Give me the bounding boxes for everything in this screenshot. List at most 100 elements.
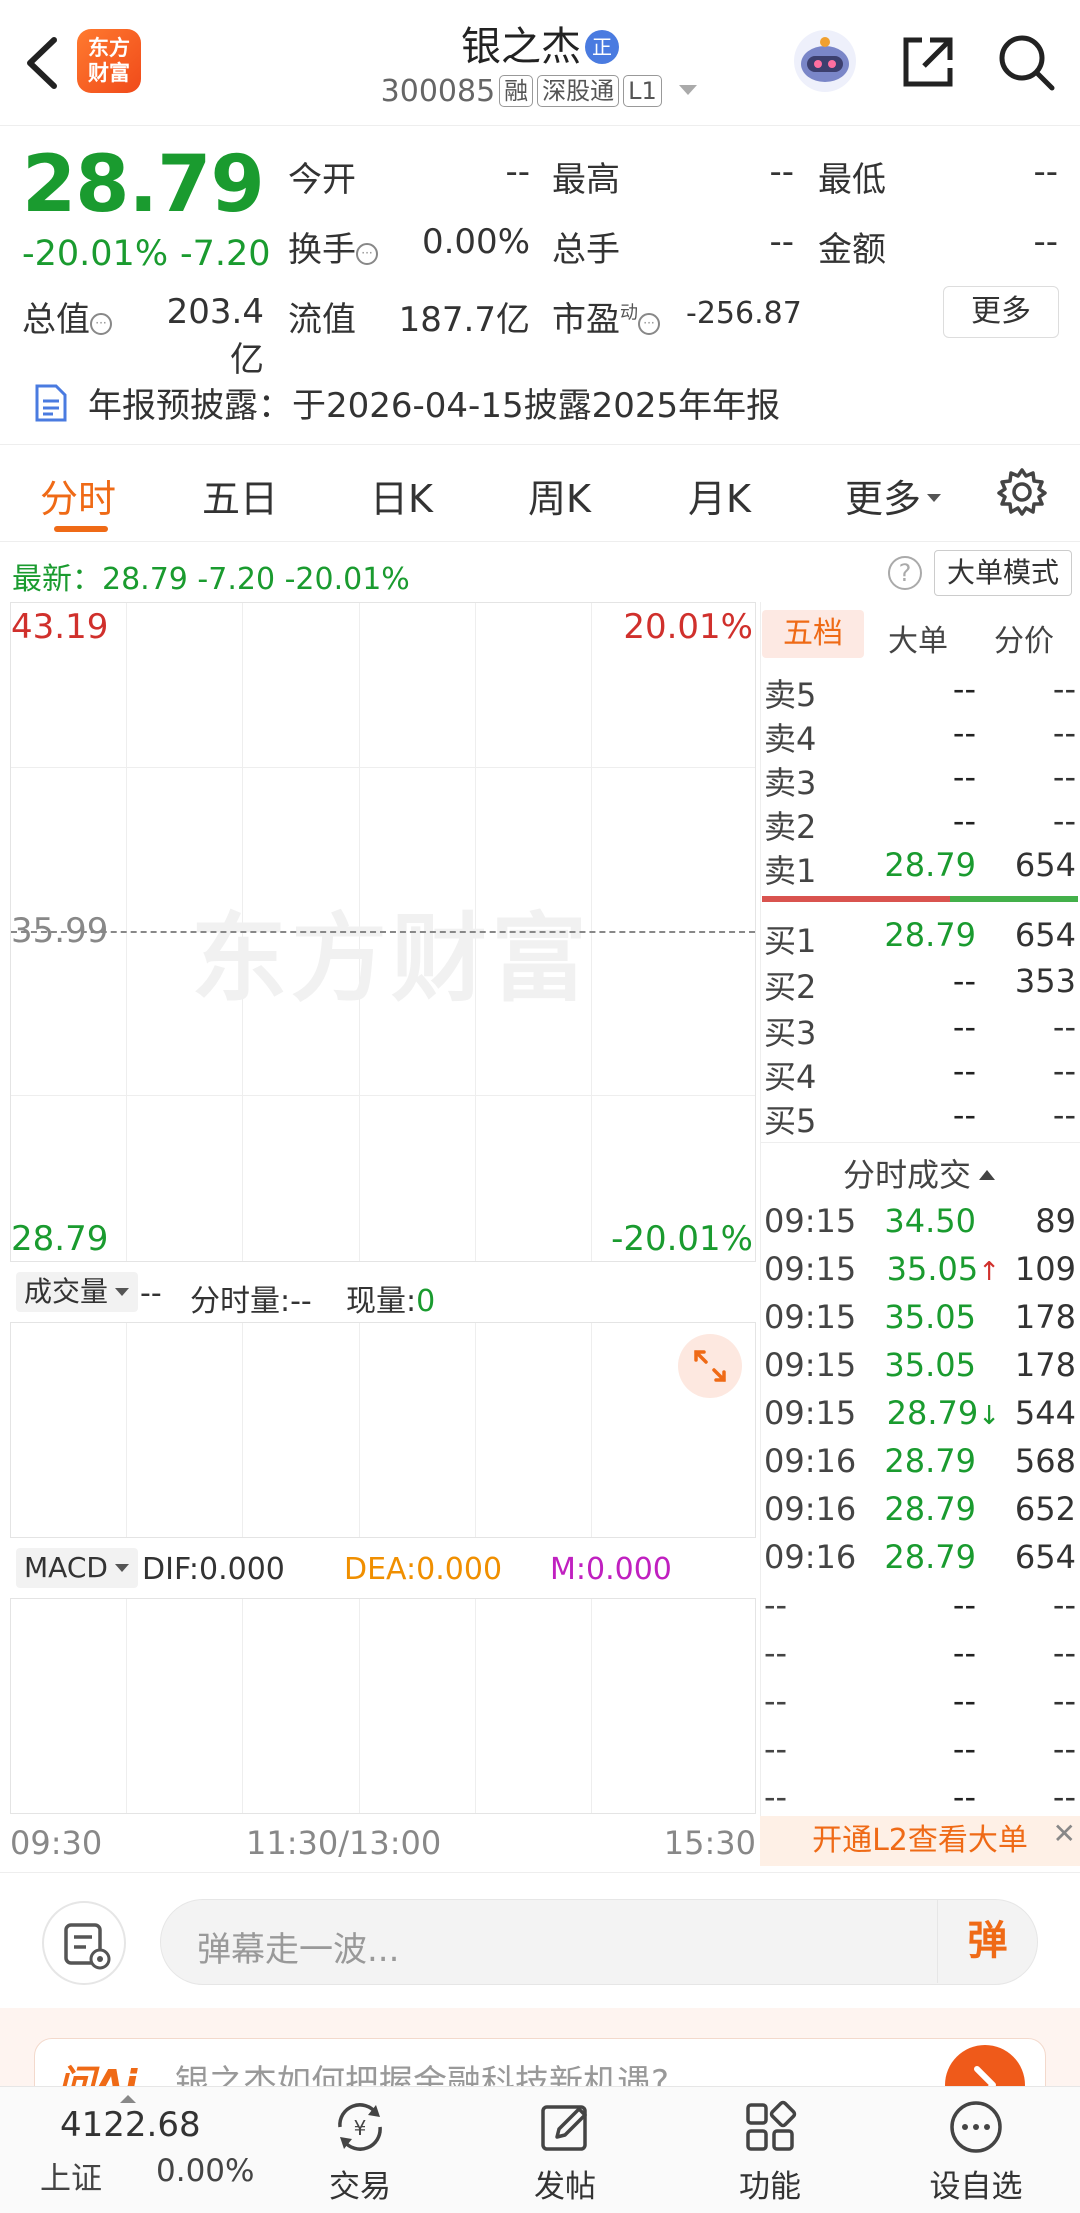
ask-level-row: 卖4 -- -- xyxy=(760,714,1080,758)
level-price: 28.79 xyxy=(884,916,976,954)
expand-icon[interactable] xyxy=(678,1334,742,1398)
nav-trade[interactable]: ¥ 交易 xyxy=(300,2097,420,2207)
trade-row: 09:15 35.05 178 xyxy=(760,1298,1080,1342)
search-icon[interactable] xyxy=(994,30,1058,94)
macd-panel xyxy=(10,1598,756,1814)
level-label: 买2 xyxy=(764,968,817,1006)
tab-big-orders[interactable]: 大单 xyxy=(888,616,948,660)
macd-indicator-select[interactable]: MACD xyxy=(16,1548,138,1588)
trade-price: -- xyxy=(952,1586,976,1624)
high-value: -- xyxy=(769,152,794,192)
trade-volume: 654 xyxy=(1014,1538,1076,1576)
level-price: -- xyxy=(952,1096,976,1134)
turnover-label[interactable]: 换手 ··· xyxy=(288,222,378,271)
level-label: 卖3 xyxy=(764,764,817,802)
bid-level-row: 买2 -- 353 xyxy=(760,962,1080,1006)
trade-time: -- xyxy=(764,1634,788,1672)
trade-price: -- xyxy=(952,1634,976,1672)
mktcap-label[interactable]: 总值 ··· xyxy=(22,292,112,341)
level-volume: -- xyxy=(1052,670,1076,708)
intraday-chart[interactable]: 东方财富 43.19 20.01% 35.99 28.79 -20.01% xyxy=(10,602,756,1262)
trade-time: 09:15 xyxy=(764,1298,857,1336)
high-label: 最高 xyxy=(552,160,620,200)
trade-row: 09:16 28.79 568 xyxy=(760,1442,1080,1486)
tab-intraday[interactable]: 分时 xyxy=(40,468,116,523)
level-label: 买4 xyxy=(764,1058,817,1096)
pe-label[interactable]: 市盈动 ··· xyxy=(552,292,660,341)
trade-row: -- -- -- xyxy=(760,1634,1080,1678)
arrow-up-icon: ↑ xyxy=(978,1257,1000,1287)
mktcap-value: 203.4亿 xyxy=(166,292,264,380)
yuan-exchange-icon: ¥ xyxy=(338,2103,382,2151)
l2-upgrade-banner[interactable]: 开通L2查看大单 ✕ xyxy=(760,1816,1080,1866)
volume-indicator-select[interactable]: 成交量 xyxy=(16,1272,139,1312)
big-order-mode-button[interactable]: 大单模式 xyxy=(934,550,1072,596)
trade-time: 09:15 xyxy=(764,1394,857,1432)
close-icon[interactable]: ✕ xyxy=(1053,1820,1076,1848)
grid-line xyxy=(126,1323,127,1537)
trade-price: -- xyxy=(952,1778,976,1816)
trades-title[interactable]: 分时成交 xyxy=(760,1150,1080,1196)
svg-text:¥: ¥ xyxy=(354,2116,367,2140)
change-amount: -7.20 xyxy=(180,234,271,274)
trade-price: -- xyxy=(952,1730,976,1768)
time-start: 09:30 xyxy=(10,1824,103,1862)
level-price: -- xyxy=(952,1008,976,1046)
tab-active-indicator xyxy=(54,526,108,532)
trade-volume: -- xyxy=(1052,1682,1076,1720)
annual-report-notice[interactable]: 年报预披露：于2026-04-15披露2025年年报 xyxy=(0,370,1080,436)
bid-level-row: 买3 -- -- xyxy=(760,1008,1080,1052)
tab-five-levels[interactable]: 五档 xyxy=(762,610,864,658)
turnover-label-text: 换手 xyxy=(288,230,356,270)
help-icon[interactable]: ? xyxy=(888,556,922,590)
tab-more[interactable]: 更多 xyxy=(845,468,943,523)
change-percent: -20.01% xyxy=(22,234,169,274)
tab-monthly-k[interactable]: 月K xyxy=(688,468,751,523)
trade-volume: 109 xyxy=(1014,1250,1076,1288)
level-tag: L1 xyxy=(623,75,662,107)
nav-watchlist[interactable]: 设自选 xyxy=(916,2097,1036,2207)
nav-functions[interactable]: 功能 xyxy=(710,2097,830,2207)
tab-price-dist[interactable]: 分价 xyxy=(994,616,1054,660)
top-pct-label: 20.01% xyxy=(623,607,753,647)
current-volume-label: 现量: xyxy=(346,1284,417,1319)
tab-five-day[interactable]: 五日 xyxy=(202,468,278,523)
share-icon[interactable] xyxy=(896,30,960,94)
turnover-value: 0.00% xyxy=(421,222,530,262)
grid-line xyxy=(242,1323,243,1537)
ask-level-row: 卖2 -- -- xyxy=(760,802,1080,846)
danmu-list-icon xyxy=(64,1923,111,1970)
trade-volume: -- xyxy=(1052,1634,1076,1672)
more-button[interactable]: 更多 xyxy=(943,286,1059,338)
level-volume: -- xyxy=(1052,758,1076,796)
level-price: -- xyxy=(952,670,976,708)
trade-row: -- -- -- xyxy=(760,1778,1080,1822)
trade-volume: -- xyxy=(1052,1586,1076,1624)
tab-daily-k[interactable]: 日K xyxy=(370,468,433,523)
top-header: 东方 财富 银之杰正 300085 融深股通 L1 xyxy=(0,0,1080,126)
level-volume: 654 xyxy=(1014,846,1076,884)
ask-level-row: 卖1 28.79 654 xyxy=(760,846,1080,890)
grid-line xyxy=(359,1323,360,1537)
order-book: 五档 大单 分价 分时成交 开通L2查看大单 ✕ 卖5 -- -- 卖4 -- -- 卖3 -… xyxy=(760,602,1080,1866)
trade-time: 09:16 xyxy=(764,1538,857,1576)
danmu-settings-button[interactable] xyxy=(42,1901,126,1985)
ask-level-row: 卖3 -- -- xyxy=(760,758,1080,802)
danmu-input[interactable]: 弹幕走一波... 弹 xyxy=(160,1899,1038,1985)
time-axis: 09:30 11:30/13:00 15:30 xyxy=(10,1820,756,1866)
level-price: -- xyxy=(952,758,976,796)
level-price: -- xyxy=(952,802,976,840)
level-label: 卖5 xyxy=(764,676,817,714)
tab-weekly-k[interactable]: 周K xyxy=(528,468,591,523)
index-value[interactable]: 4122.68 xyxy=(60,2105,201,2145)
ai-robot-icon[interactable] xyxy=(790,28,860,94)
caret-up-icon xyxy=(120,2095,136,2103)
danmu-toggle-button[interactable]: 弹 xyxy=(937,1900,1037,1983)
document-icon xyxy=(34,383,68,423)
trade-time: -- xyxy=(764,1682,788,1720)
trade-volume: 544 xyxy=(1014,1394,1076,1432)
nav-post[interactable]: 发帖 xyxy=(505,2097,625,2207)
gear-icon[interactable] xyxy=(996,466,1048,518)
grid-line xyxy=(591,1323,592,1537)
stock-code: 300085 xyxy=(380,74,496,109)
